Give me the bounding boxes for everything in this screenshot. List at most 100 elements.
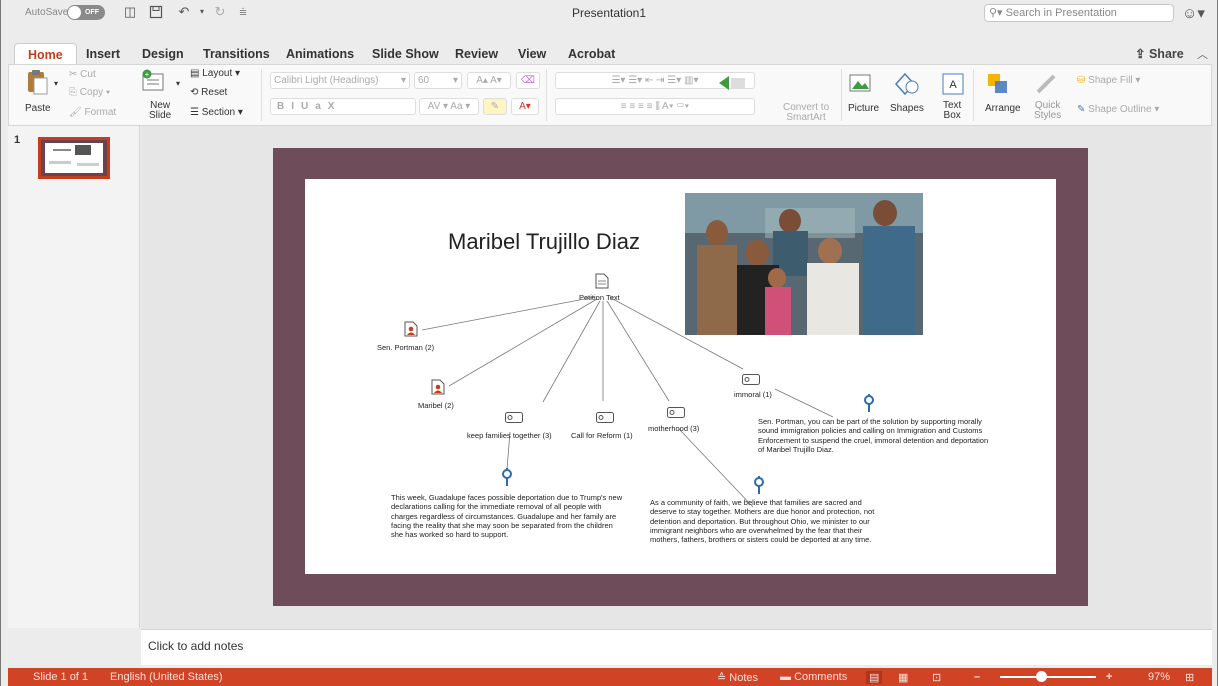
node-sen-portman[interactable]: Sen. Portman (2)	[377, 343, 434, 352]
zoom-slider-track[interactable]	[1000, 676, 1096, 678]
new-slide-dropdown-icon[interactable]: ▾	[176, 79, 180, 88]
tab-slide-show[interactable]: Slide Show	[362, 43, 449, 65]
font-grow-shrink-buttons[interactable]: A▴ A▾	[467, 72, 511, 89]
section-button[interactable]: ☰ Section ▾	[190, 107, 243, 118]
autosave-label: AutoSave	[25, 7, 69, 18]
font-name-box[interactable]: Calibri Light (Headings) ▾	[270, 72, 410, 89]
slide-sorter-icon[interactable]: ▦	[898, 671, 908, 684]
shape-fill-button[interactable]: ⛁ Shape Fill ▾	[1077, 75, 1140, 86]
node-keep-families-together[interactable]: keep families together (3)	[467, 431, 552, 440]
tag-icon[interactable]	[505, 410, 523, 428]
new-slide-label[interactable]: New Slide	[149, 101, 171, 121]
paste-icon[interactable]	[25, 69, 49, 95]
normal-view-icon[interactable]: ▤	[866, 671, 883, 684]
node-maribel[interactable]: Maribel (2)	[418, 401, 454, 410]
font-style-buttons[interactable]: BIUaX	[270, 98, 416, 115]
tab-animations[interactable]: Animations	[276, 43, 364, 65]
tag-icon[interactable]	[742, 372, 760, 390]
format-painter-button[interactable]: 🖌 Format	[69, 107, 116, 118]
tab-review[interactable]: Review	[445, 43, 508, 65]
quick-styles-label[interactable]: Quick Styles	[1034, 101, 1061, 121]
zoom-level[interactable]: 97%	[1148, 671, 1170, 683]
slide-editing-canvas[interactable]: Maribel Trujillo Diaz Petition Text Sen.…	[141, 126, 1212, 629]
format-label: Format	[84, 107, 117, 118]
person-icon[interactable]	[404, 321, 418, 342]
save-icon[interactable]	[149, 5, 163, 19]
redo-icon[interactable]: ↻	[213, 5, 227, 19]
section-label: Section	[201, 107, 236, 118]
family-photo[interactable]	[685, 193, 923, 335]
cut-button[interactable]: ✂ Cut	[69, 69, 96, 80]
slide-panel-icon[interactable]: ◫	[123, 5, 137, 19]
text-box-label[interactable]: Text Box	[943, 101, 961, 121]
shape-outline-button[interactable]: ✎ Shape Outline ▾	[1077, 104, 1159, 115]
portman-appeal-paragraph[interactable]: Sen. Portman, you can be part of the sol…	[758, 417, 990, 454]
notes-toggle[interactable]: ≙ Notes	[717, 671, 758, 684]
highlight-icon[interactable]: ✎	[483, 98, 507, 115]
tab-insert[interactable]: Insert	[76, 43, 130, 65]
text-box-icon[interactable]: A	[942, 73, 966, 97]
slideshow-view-icon[interactable]: ⊡	[932, 671, 941, 684]
node-petition-text[interactable]: Petition Text	[579, 293, 620, 302]
quick-styles-icon[interactable]	[1035, 73, 1059, 97]
collapse-ribbon-icon[interactable]: ︿	[1197, 46, 1208, 62]
font-size-box[interactable]: 60 ▾	[414, 72, 462, 89]
smartart-icon[interactable]	[717, 73, 749, 97]
slide-thumbnail[interactable]	[38, 137, 110, 179]
petition-doc-icon[interactable]	[595, 273, 609, 294]
new-slide-icon[interactable]: +	[141, 69, 165, 93]
tag-icon[interactable]	[596, 410, 614, 428]
paste-dropdown-icon[interactable]: ▾	[54, 79, 58, 88]
arrange-icon[interactable]	[987, 73, 1011, 97]
node-immoral[interactable]: immoral (1)	[734, 390, 772, 399]
search-input[interactable]: ⚲▾ Search in Presentation	[984, 4, 1174, 22]
notes-placeholder[interactable]: Click to add notes	[148, 639, 243, 653]
shapes-label[interactable]: Shapes	[890, 103, 924, 114]
zoom-slider-knob[interactable]	[1035, 671, 1047, 682]
undo-dropdown-icon[interactable]: ▾	[195, 5, 209, 19]
tab-transitions[interactable]: Transitions	[193, 43, 280, 65]
copy-button[interactable]: ⎘ Copy ▾	[69, 87, 110, 98]
location-pin-icon[interactable]	[753, 475, 765, 500]
arrange-label[interactable]: Arrange	[985, 103, 1021, 114]
customize-toolbar-icon[interactable]: ⩧	[236, 5, 250, 19]
autosave-toggle[interactable]: OFF	[67, 5, 105, 20]
convert-smartart-label[interactable]: Convert to SmartArt	[783, 103, 829, 123]
tag-icon[interactable]	[667, 405, 685, 423]
feedback-smiley-icon[interactable]: ☺▾	[1182, 4, 1205, 22]
zoom-out-button[interactable]: –	[974, 671, 980, 683]
comments-toggle[interactable]: ▬ Comments	[780, 671, 847, 683]
picture-icon[interactable]	[849, 73, 873, 97]
slide[interactable]: Maribel Trujillo Diaz Petition Text Sen.…	[305, 179, 1056, 574]
person-icon[interactable]	[431, 379, 445, 400]
paintbrush-icon: 🖌	[69, 107, 82, 118]
location-pin-icon[interactable]	[501, 467, 513, 492]
node-call-for-reform[interactable]: Call for Reform (1)	[571, 431, 633, 440]
ribbon-separator	[261, 69, 262, 121]
tab-view[interactable]: View	[508, 43, 556, 65]
tab-design[interactable]: Design	[132, 43, 194, 65]
zoom-in-button[interactable]: +	[1106, 671, 1112, 683]
character-spacing-button[interactable]: AV ▾ Aa ▾	[419, 98, 479, 115]
language-status[interactable]: English (United States)	[110, 671, 223, 683]
faith-paragraph[interactable]: As a community of faith, we believe that…	[650, 498, 885, 544]
share-button[interactable]: ⇪ Share	[1135, 43, 1184, 65]
shapes-icon[interactable]	[894, 72, 919, 97]
picture-label[interactable]: Picture	[848, 103, 879, 114]
notes-pane[interactable]: Click to add notes	[141, 629, 1212, 665]
paste-label[interactable]: Paste	[25, 103, 51, 114]
node-motherhood[interactable]: motherhood (3)	[648, 424, 699, 433]
layout-button[interactable]: ▤ Layout ▾	[190, 68, 240, 79]
location-pin-icon[interactable]	[863, 393, 875, 418]
reset-button[interactable]: ⟲ Reset	[190, 87, 227, 98]
guadalupe-paragraph[interactable]: This week, Guadalupe faces possible depo…	[391, 493, 626, 539]
undo-icon[interactable]: ↶	[177, 5, 191, 19]
slide-title[interactable]: Maribel Trujillo Diaz	[448, 229, 640, 255]
font-color-icon[interactable]: A▾	[511, 98, 539, 115]
clear-format-icon[interactable]: ⌫	[516, 72, 540, 89]
tab-home[interactable]: Home	[14, 43, 77, 65]
tab-acrobat[interactable]: Acrobat	[558, 43, 625, 65]
fit-slide-icon[interactable]: ⊞	[1185, 671, 1194, 684]
ribbon-home: Paste ▾ ✂ Cut ⎘ Copy ▾ 🖌 Format + New Sli…	[8, 64, 1212, 126]
paragraph-align-buttons[interactable]: ≡ ≡ ≡ ≡ ⫼ A▾ ▭▾	[555, 98, 755, 115]
